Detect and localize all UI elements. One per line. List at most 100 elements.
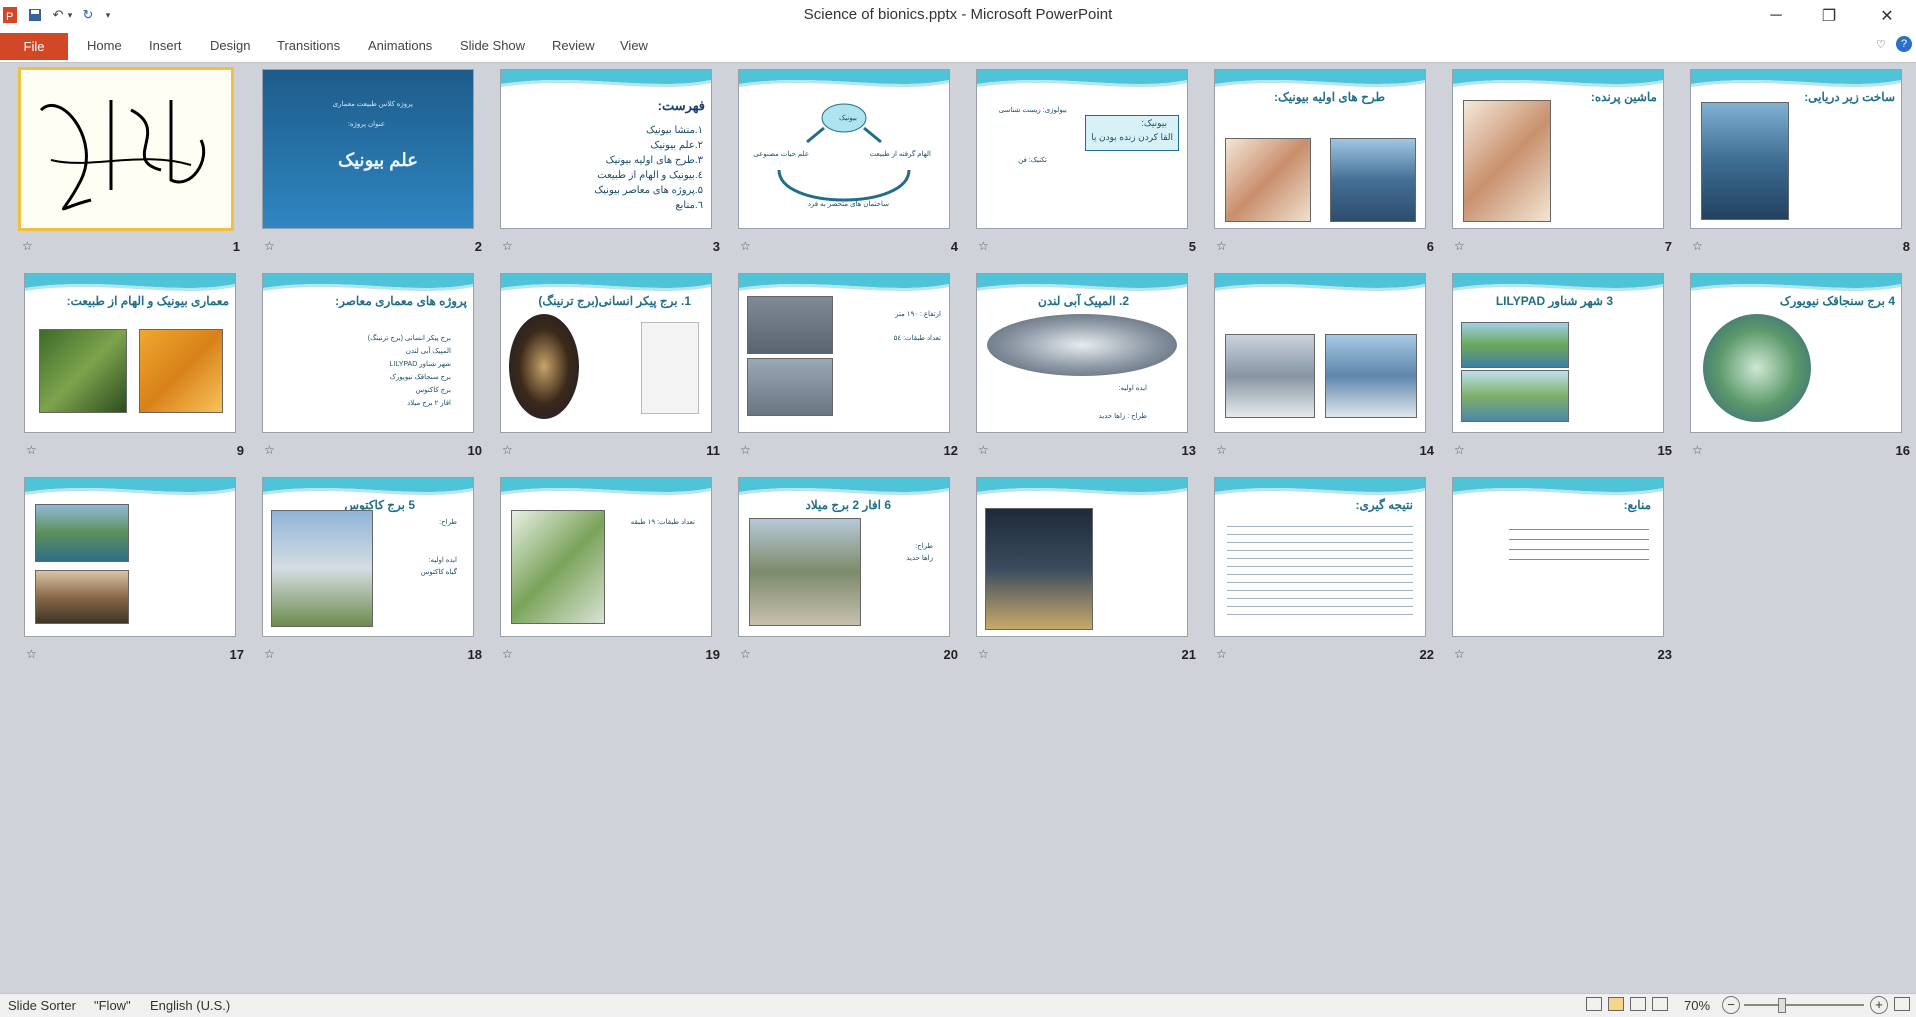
tab-animations[interactable]: Animations — [368, 38, 432, 53]
bee-honeycomb-image — [139, 329, 223, 413]
slide-number: 6 — [1426, 239, 1434, 254]
slide-canvas: طرح های اولیه بیونیک: — [1214, 69, 1426, 229]
slide-text: ارتفاع : ۱۹۰ متر — [895, 311, 941, 318]
slide-canvas: ماشین پرنده: — [1452, 69, 1664, 229]
tab-review[interactable]: Review — [552, 38, 595, 53]
calligraphy-image — [39, 100, 206, 211]
wave-decoration — [263, 274, 473, 291]
slide-text: برج سنجاقک نیویورک — [389, 374, 451, 381]
slide-text: علم حیات مصنوعی — [753, 151, 809, 158]
slide-number: 23 — [1657, 647, 1672, 662]
slide-text: برج پیکر انسانی (برج ترنینگ) — [367, 335, 451, 342]
wave-decoration — [1453, 478, 1663, 495]
green-balconies-image — [511, 510, 605, 624]
slide-number: 7 — [1664, 239, 1672, 254]
close-button[interactable]: ✕ — [1864, 0, 1910, 32]
wave-decoration — [977, 70, 1187, 87]
tab-home[interactable]: Home — [87, 38, 122, 53]
slide-text: تکنیک: فن — [1018, 157, 1047, 164]
tab-view[interactable]: View — [620, 38, 648, 53]
view-name: Slide Sorter — [8, 998, 76, 1013]
transition-icon: ☆ — [1692, 443, 1703, 457]
language[interactable]: English (U.S.) — [150, 998, 230, 1013]
zoom-slider-track[interactable] — [1744, 1004, 1864, 1006]
transition-icon: ☆ — [26, 443, 37, 457]
slide-canvas: 3 شهر شناور LILYPAD — [1452, 273, 1664, 433]
slide-canvas: بیونیک الهام گرفته از طبیعت علم حیات مصن… — [738, 69, 950, 229]
file-tab[interactable]: File — [0, 33, 68, 60]
status-bar: Slide Sorter "Flow" English (U.S.) 70% −… — [0, 993, 1916, 1017]
slide-canvas: نتیجه گیری: — [1214, 477, 1426, 637]
slide-number: 21 — [1181, 647, 1196, 662]
slide-text: ٤.بیونیک و الهام از طبیعت — [597, 170, 703, 181]
help-icon[interactable]: ? — [1896, 36, 1912, 52]
transition-icon: ☆ — [502, 443, 513, 457]
tower-interior-image — [35, 570, 129, 624]
slide-canvas — [24, 477, 236, 637]
slide-text: تعداد طبقات: ۵٤ — [893, 335, 941, 342]
slide-text: الهام گرفته از طبیعت — [869, 151, 931, 158]
tower-photo-top — [747, 296, 833, 354]
slide-text: پروژه کلاس طبیعت معماری — [332, 101, 413, 108]
wave-decoration — [977, 478, 1187, 495]
slide-number: 16 — [1895, 443, 1910, 458]
tab-insert[interactable]: Insert — [149, 38, 182, 53]
slide-sorter-view-icon[interactable] — [1608, 997, 1624, 1011]
torso-sketch-image — [641, 322, 699, 414]
slide-number: 12 — [943, 443, 958, 458]
slide-show-view-icon[interactable] — [1652, 997, 1668, 1011]
slide-title: 3 شهر شناور LILYPAD — [1495, 294, 1613, 308]
slide-title: فهرست: — [657, 98, 705, 113]
ribbon-minimize-icon[interactable]: ♡ — [1876, 38, 1886, 51]
transition-icon: ☆ — [1454, 647, 1465, 661]
zoom-level[interactable]: 70% — [1684, 998, 1710, 1013]
slide-number: 9 — [236, 443, 244, 458]
lilypad-photo-top — [1461, 322, 1569, 368]
window-title: Science of bionics.pptx - Microsoft Powe… — [803, 6, 1113, 23]
slide-title: ماشین پرنده: — [1590, 90, 1657, 104]
slide-number: 4 — [950, 239, 958, 254]
conclusion-text-block — [1227, 522, 1413, 622]
theme-name[interactable]: "Flow" — [94, 998, 131, 1013]
normal-view-icon[interactable] — [1586, 997, 1602, 1011]
slide-canvas: 6 افار 2 برج میلاد طراح: زاها حدید — [738, 477, 950, 637]
slide-title: منابع: — [1623, 498, 1651, 512]
wave-decoration — [25, 478, 235, 495]
zoom-slider-thumb[interactable] — [1778, 998, 1786, 1013]
slide-text: شهر شناور LILYPAD — [389, 361, 451, 368]
wave-decoration — [1691, 70, 1901, 87]
transition-icon: ☆ — [502, 647, 513, 661]
dragonfly-tower-image — [1703, 314, 1811, 422]
wave-decoration — [977, 274, 1187, 291]
restore-button[interactable]: ❐ — [1806, 0, 1852, 32]
slide-number: 19 — [705, 647, 720, 662]
transition-icon: ☆ — [1216, 647, 1227, 661]
slide-number: 18 — [467, 647, 482, 662]
slide-text: ایده اولیه: — [1118, 385, 1147, 392]
tab-transitions[interactable]: Transitions — [277, 38, 340, 53]
transition-icon: ☆ — [1454, 443, 1465, 457]
turning-torso-image — [509, 314, 579, 419]
fit-to-window-icon[interactable] — [1894, 997, 1910, 1011]
transition-icon: ☆ — [502, 239, 513, 253]
slide-canvas: معماری بیونیک و الهام از طبیعت: — [24, 273, 236, 433]
transition-icon: ☆ — [1454, 239, 1465, 253]
tower-exterior-image — [35, 504, 129, 562]
slide-canvas: پروژه های معماری معاصر: برج پیکر انسانی … — [262, 273, 474, 433]
minimize-button[interactable]: ─ — [1753, 0, 1799, 32]
slide-title: 6 افار 2 برج میلاد — [805, 498, 891, 512]
wave-decoration — [263, 478, 473, 495]
wave-decoration — [1215, 274, 1425, 291]
slide-canvas — [18, 67, 234, 231]
slide-canvas: فهرست: ۱.منشا بیونیک ۲.علم بیونیک ۳.طرح … — [500, 69, 712, 229]
slide-text: المپیک آبی لندن — [405, 348, 451, 355]
tab-design[interactable]: Design — [210, 38, 250, 53]
zoom-out-button[interactable]: − — [1722, 996, 1740, 1014]
slide-canvas: تعداد طبقات: ۱۹ طبقه — [500, 477, 712, 637]
slide-text: عنوان پروژه: — [347, 121, 385, 128]
reading-view-icon[interactable] — [1630, 997, 1646, 1011]
zoom-in-button[interactable]: + — [1870, 996, 1888, 1014]
slide-text: بیونیک — [838, 115, 857, 122]
tab-slide-show[interactable]: Slide Show — [460, 38, 525, 53]
slide-title: علم بیونیک — [338, 150, 418, 170]
